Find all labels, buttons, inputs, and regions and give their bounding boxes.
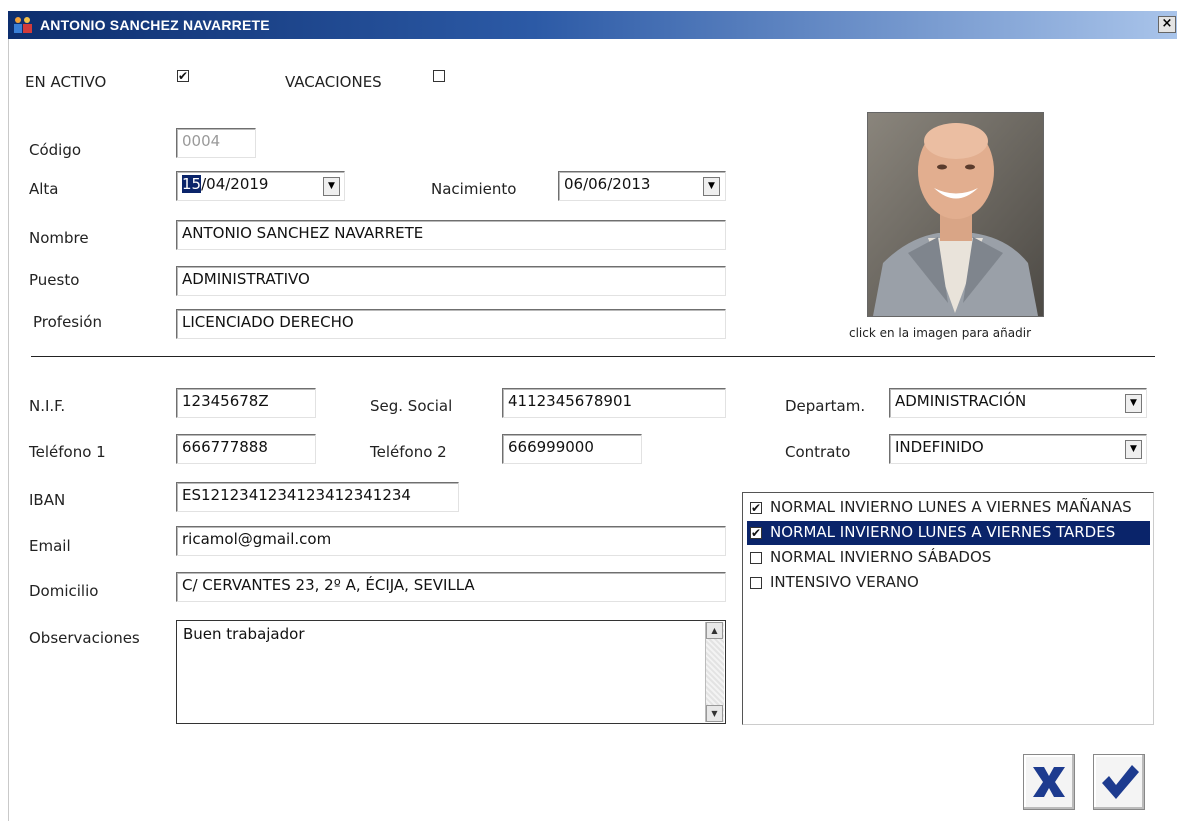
iban-label: IBAN	[29, 491, 66, 509]
vacaciones-checkbox[interactable]	[433, 70, 445, 82]
iban-field[interactable]: ES1212341234123412341234	[176, 482, 459, 512]
alta-label: Alta	[29, 180, 59, 198]
nacimiento-date-field[interactable]: 06/06/2013	[558, 171, 726, 201]
person-photo-icon	[868, 113, 1043, 316]
list-item[interactable]: INTENSIVO VERANO	[747, 571, 1150, 595]
window-frame	[8, 39, 9, 821]
email-field[interactable]: ricamol@gmail.com	[176, 526, 726, 556]
scroll-down-button[interactable]: ▼	[706, 705, 723, 722]
check-icon: ✔	[178, 69, 189, 83]
observaciones-scrollbar[interactable]: ▲ ▼	[705, 622, 724, 722]
nombre-label: Nombre	[29, 229, 89, 247]
nombre-field[interactable]: ANTONIO SANCHEZ NAVARRETE	[176, 220, 726, 250]
chevron-down-icon: ▼	[328, 181, 335, 191]
codigo-label: Código	[29, 141, 82, 159]
users-icon	[14, 17, 32, 33]
list-item[interactable]: ✔ NORMAL INVIERNO LUNES A VIERNES TARDES	[747, 521, 1150, 545]
section-divider	[31, 356, 1155, 357]
horario-checkbox[interactable]	[750, 552, 762, 564]
chevron-down-icon: ▼	[708, 181, 715, 191]
employee-photo[interactable]	[867, 112, 1044, 317]
seg-social-field[interactable]: 4112345678901	[502, 388, 726, 418]
horario-label: NORMAL INVIERNO LUNES A VIERNES TARDES	[770, 523, 1116, 541]
horario-label: NORMAL INVIERNO SÁBADOS	[770, 548, 992, 566]
profesion-label: Profesión	[33, 313, 102, 331]
photo-caption: click en la imagen para añadir	[849, 326, 1031, 340]
accept-button[interactable]	[1093, 754, 1145, 810]
x-cancel-icon	[1033, 767, 1065, 797]
horario-label: INTENSIVO VERANO	[770, 573, 919, 591]
contrato-dropdown-button[interactable]: ▼	[1125, 440, 1142, 459]
nif-label: N.I.F.	[29, 397, 66, 415]
departamento-label: Departam.	[785, 397, 866, 415]
en-activo-checkbox[interactable]: ✔	[177, 70, 189, 82]
nif-field[interactable]: 12345678Z	[176, 388, 316, 418]
domicilio-label: Domicilio	[29, 582, 99, 600]
window-title: ANTONIO SANCHEZ NAVARRETE	[40, 17, 270, 33]
alta-dropdown-button[interactable]: ▼	[323, 177, 340, 196]
chevron-up-icon: ▲	[711, 626, 718, 635]
chevron-down-icon: ▼	[711, 709, 718, 718]
horarios-listbox[interactable]: ✔ NORMAL INVIERNO LUNES A VIERNES MAÑANA…	[742, 492, 1154, 725]
chevron-down-icon: ▼	[1130, 398, 1137, 408]
telefono2-field[interactable]: 666999000	[502, 434, 642, 464]
vacaciones-label: VACACIONES	[285, 73, 382, 91]
departamento-select[interactable]: ADMINISTRACIÓN	[889, 388, 1147, 418]
list-item[interactable]: ✔ NORMAL INVIERNO LUNES A VIERNES MAÑANA…	[747, 496, 1150, 520]
observaciones-textarea[interactable]: Buen trabajador ▲ ▼	[176, 620, 726, 724]
list-item[interactable]: NORMAL INVIERNO SÁBADOS	[747, 546, 1150, 570]
alta-date-rest: /04/2019	[201, 175, 269, 193]
seg-social-label: Seg. Social	[370, 397, 453, 415]
horario-checkbox[interactable]	[750, 577, 762, 589]
check-icon: ✔	[751, 501, 762, 515]
en-activo-label: EN ACTIVO	[25, 73, 107, 91]
title-bar[interactable]: ANTONIO SANCHEZ NAVARRETE ×	[8, 11, 1177, 39]
puesto-field[interactable]: ADMINISTRATIVO	[176, 266, 726, 296]
profesion-field[interactable]: LICENCIADO DERECHO	[176, 309, 726, 339]
chevron-down-icon: ▼	[1130, 444, 1137, 454]
horario-checkbox[interactable]: ✔	[750, 502, 762, 514]
checkmark-accept-icon	[1102, 765, 1139, 799]
telefono1-label: Teléfono 1	[29, 443, 106, 461]
contrato-label: Contrato	[785, 443, 851, 461]
close-button[interactable]: ×	[1158, 16, 1176, 33]
nacimiento-label: Nacimiento	[431, 180, 517, 198]
scroll-up-button[interactable]: ▲	[706, 622, 723, 639]
alta-date-field[interactable]: 15/04/2019	[176, 171, 345, 201]
telefono1-field[interactable]: 666777888	[176, 434, 316, 464]
horario-checkbox[interactable]: ✔	[750, 527, 762, 539]
puesto-label: Puesto	[29, 271, 80, 289]
codigo-field[interactable]: 0004	[176, 128, 256, 158]
alta-day-selected: 15	[182, 175, 202, 193]
telefono2-label: Teléfono 2	[370, 443, 447, 461]
horario-label: NORMAL INVIERNO LUNES A VIERNES MAÑANAS	[770, 498, 1132, 516]
contrato-select[interactable]: INDEFINIDO	[889, 434, 1147, 464]
check-icon: ✔	[751, 526, 762, 540]
nacimiento-dropdown-button[interactable]: ▼	[703, 177, 720, 196]
observaciones-label: Observaciones	[29, 629, 140, 647]
departamento-dropdown-button[interactable]: ▼	[1125, 394, 1142, 413]
observaciones-text: Buen trabajador	[183, 625, 305, 643]
email-label: Email	[29, 537, 71, 555]
domicilio-field[interactable]: C/ CERVANTES 23, 2º A, ÉCIJA, SEVILLA	[176, 572, 726, 602]
cancel-button[interactable]	[1023, 754, 1075, 810]
